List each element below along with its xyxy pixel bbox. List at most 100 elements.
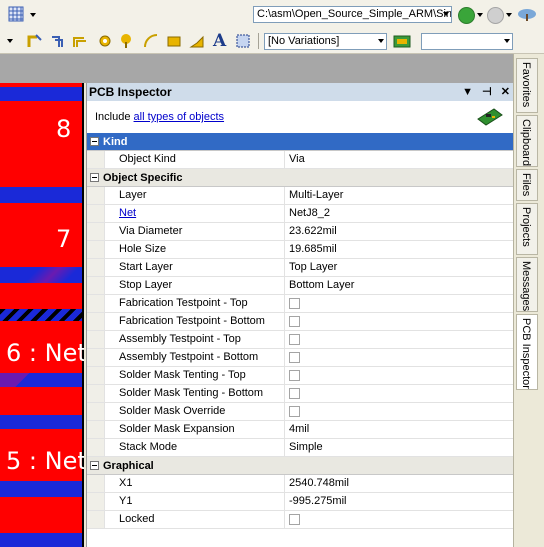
- toolbar-dropdown-arrow-icon[interactable]: [7, 39, 13, 43]
- property-row[interactable]: Solder Mask Expansion 4mil: [87, 421, 514, 439]
- tab-label: Clipboard: [520, 119, 532, 167]
- pcb-board-icon: [477, 108, 503, 126]
- checkbox[interactable]: [289, 406, 300, 417]
- tab-favorites[interactable]: Favorites: [516, 58, 538, 113]
- checkbox[interactable]: [289, 370, 300, 381]
- tab-label: Messages: [520, 261, 532, 312]
- property-row[interactable]: Y1 -995.275mil: [87, 493, 514, 511]
- section-header[interactable]: Kind: [87, 133, 514, 151]
- property-value[interactable]: 19.685mil: [285, 241, 514, 258]
- section-header[interactable]: Object Specific: [87, 169, 514, 187]
- property-row[interactable]: Via Diameter 23.622mil: [87, 223, 514, 241]
- chevron-down-icon: [504, 39, 510, 43]
- property-row[interactable]: Layer Multi-Layer: [87, 187, 514, 205]
- multi-route-icon[interactable]: [72, 33, 88, 49]
- property-row[interactable]: Fabrication Testpoint - Top: [87, 295, 514, 313]
- variant-manager-icon[interactable]: [393, 33, 411, 49]
- panel-menu-icon[interactable]: ▼: [462, 86, 473, 98]
- close-icon[interactable]: ✕: [501, 86, 510, 98]
- pcb-pin-label: 5 : NetC: [6, 447, 84, 475]
- grid-dropdown-arrow-icon[interactable]: [30, 13, 36, 17]
- property-row[interactable]: Stack Mode Simple: [87, 439, 514, 457]
- property-row[interactable]: X1 2540.748mil: [87, 475, 514, 493]
- row-gutter: [87, 475, 104, 492]
- via-icon[interactable]: [97, 33, 113, 49]
- checkbox[interactable]: [289, 298, 300, 309]
- section-header[interactable]: Graphical: [87, 457, 514, 475]
- arc-icon[interactable]: [143, 33, 159, 49]
- string-icon[interactable]: A: [213, 31, 226, 51]
- property-row[interactable]: Solder Mask Tenting - Top: [87, 367, 514, 385]
- pin-icon[interactable]: ⊣: [482, 86, 492, 98]
- property-row[interactable]: Assembly Testpoint - Bottom: [87, 349, 514, 367]
- collapse-toggle-icon[interactable]: [90, 137, 99, 146]
- checkbox[interactable]: [289, 352, 300, 363]
- collapse-toggle-icon[interactable]: [90, 461, 99, 470]
- row-gutter: [87, 259, 104, 276]
- secondary-combo[interactable]: [421, 33, 513, 50]
- property-row[interactable]: Net NetJ8_2: [87, 205, 514, 223]
- property-name: Stop Layer: [104, 277, 285, 294]
- back-button[interactable]: [458, 7, 475, 24]
- fill-icon[interactable]: [166, 33, 182, 49]
- property-row[interactable]: Solder Mask Tenting - Bottom: [87, 385, 514, 403]
- route-interactive-icon[interactable]: [27, 33, 43, 49]
- include-filter-row: Include all types of objects: [87, 101, 514, 133]
- forward-dropdown-icon[interactable]: [506, 13, 512, 17]
- main-toolbar: C:\asm\Open_Source_Simple_ARM\Sin: [0, 0, 544, 30]
- forward-button[interactable]: [487, 7, 504, 24]
- property-row[interactable]: Solder Mask Override: [87, 403, 514, 421]
- tab-pcb-inspector[interactable]: PCB Inspector: [516, 314, 538, 390]
- property-row[interactable]: Hole Size 19.685mil: [87, 241, 514, 259]
- pad-icon[interactable]: [119, 33, 135, 49]
- component-select-icon[interactable]: [235, 33, 251, 49]
- property-value[interactable]: NetJ8_2: [285, 205, 514, 222]
- checkbox[interactable]: [289, 514, 300, 525]
- tab-clipboard[interactable]: Clipboard: [516, 115, 538, 167]
- property-value[interactable]: 4mil: [285, 421, 514, 438]
- row-gutter: [87, 223, 104, 240]
- home-icon[interactable]: [516, 6, 538, 22]
- differential-pair-icon[interactable]: [50, 33, 66, 49]
- property-row[interactable]: Fabrication Testpoint - Bottom: [87, 313, 514, 331]
- variations-value: [No Variations]: [268, 35, 340, 47]
- property-name[interactable]: Net: [104, 205, 285, 222]
- polygon-icon[interactable]: [189, 33, 205, 49]
- property-name: Y1: [104, 493, 285, 510]
- property-value[interactable]: Bottom Layer: [285, 277, 514, 294]
- row-gutter: [87, 439, 104, 456]
- section-title: Object Specific: [103, 172, 183, 184]
- property-value[interactable]: Multi-Layer: [285, 187, 514, 204]
- property-name: Solder Mask Override: [104, 403, 285, 420]
- property-row[interactable]: Start Layer Top Layer: [87, 259, 514, 277]
- property-value[interactable]: -995.275mil: [285, 493, 514, 510]
- checkbox[interactable]: [289, 388, 300, 399]
- grid-icon[interactable]: [8, 6, 24, 22]
- checkbox[interactable]: [289, 316, 300, 327]
- property-value[interactable]: Via: [285, 151, 514, 168]
- property-name: Assembly Testpoint - Top: [104, 331, 285, 348]
- tab-messages[interactable]: Messages: [516, 257, 538, 312]
- tab-projects[interactable]: Projects: [516, 203, 538, 255]
- property-row[interactable]: Stop Layer Bottom Layer: [87, 277, 514, 295]
- property-value[interactable]: 23.622mil: [285, 223, 514, 240]
- row-gutter: [87, 367, 104, 384]
- tab-label: PCB Inspector: [520, 318, 532, 389]
- tab-files[interactable]: Files: [516, 169, 538, 201]
- collapse-toggle-icon[interactable]: [90, 173, 99, 182]
- row-gutter: [87, 277, 104, 294]
- side-tab-bar: Favorites Clipboard Files Projects Messa…: [513, 54, 544, 547]
- checkbox[interactable]: [289, 334, 300, 345]
- variations-combo[interactable]: [No Variations]: [264, 33, 387, 50]
- include-filter-link[interactable]: all types of objects: [134, 111, 225, 123]
- tab-label: Projects: [520, 207, 532, 247]
- property-value[interactable]: 2540.748mil: [285, 475, 514, 492]
- property-value[interactable]: Top Layer: [285, 259, 514, 276]
- property-value[interactable]: Simple: [285, 439, 514, 456]
- pcb-canvas[interactable]: 8 7 6 : NetC 5 : NetC: [0, 83, 84, 547]
- back-dropdown-icon[interactable]: [477, 13, 483, 17]
- property-row[interactable]: Assembly Testpoint - Top: [87, 331, 514, 349]
- property-row[interactable]: Object Kind Via: [87, 151, 514, 169]
- document-path-combo[interactable]: C:\asm\Open_Source_Simple_ARM\Sin: [253, 6, 452, 23]
- property-row[interactable]: Locked: [87, 511, 514, 529]
